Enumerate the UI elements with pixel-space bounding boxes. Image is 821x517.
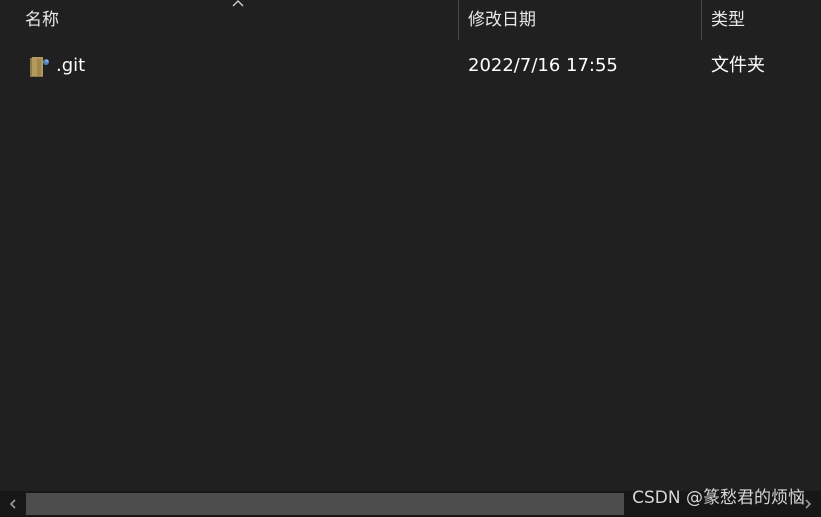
column-divider[interactable] [458,0,459,40]
file-name: .git [56,55,86,76]
column-divider[interactable] [701,0,702,40]
file-type: 文件夹 [711,55,765,76]
scrollbar-thumb[interactable] [26,493,624,515]
scroll-left-button[interactable] [0,491,26,517]
column-header-bar: 名称 修改日期 类型 [0,0,821,40]
file-row[interactable]: .git 2022/7/16 17:55 文件夹 [0,46,821,86]
column-header-date-modified[interactable]: 修改日期 [468,0,688,40]
chevron-left-icon [9,499,16,509]
git-folder-icon [30,57,49,77]
watermark-text: CSDN @篆愁君的烦恼 [632,488,805,508]
column-header-name[interactable]: 名称 [25,0,445,40]
file-explorer-list-view: 名称 修改日期 类型 .git 2022/7/16 17:55 文件夹 CSDN… [0,0,821,517]
file-date-modified: 2022/7/16 17:55 [468,55,618,76]
column-header-type[interactable]: 类型 [711,0,821,40]
